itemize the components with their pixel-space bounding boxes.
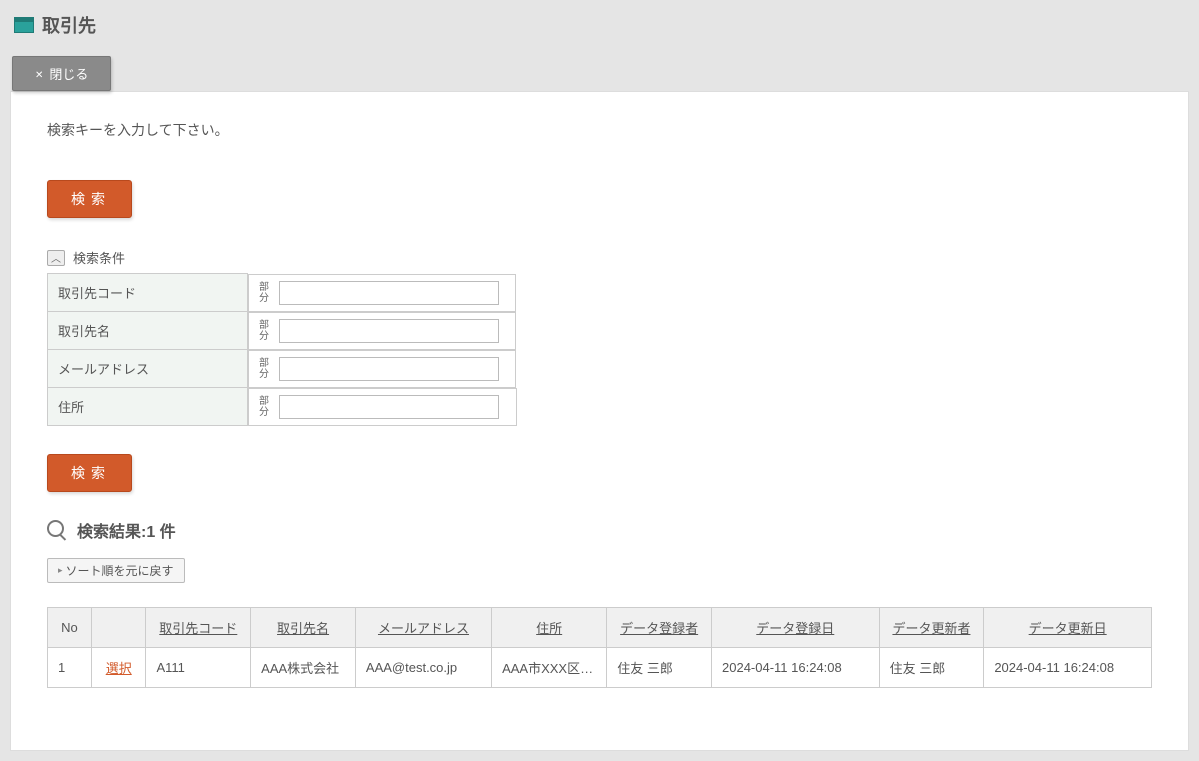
- cell-select: 選択: [91, 648, 145, 688]
- cell-reg-user: 住友 三郎: [607, 648, 712, 688]
- search-field-row: メールアドレス 部分: [48, 350, 517, 388]
- cell-code: A111: [146, 648, 251, 688]
- col-header-upd-user[interactable]: データ更新者: [879, 608, 984, 648]
- col-header-email[interactable]: メールアドレス: [355, 608, 491, 648]
- name-search-input[interactable]: [279, 319, 499, 343]
- cell-no: 1: [48, 648, 92, 688]
- search-field-row: 住所 部分: [48, 388, 517, 426]
- cell-reg-date: 2024-04-11 16:24:08: [712, 648, 880, 688]
- cell-email: AAA@test.co.jp: [355, 648, 491, 688]
- col-header-name[interactable]: 取引先名: [251, 608, 356, 648]
- select-link[interactable]: 選択: [106, 661, 132, 676]
- collapse-toggle-button[interactable]: ︿: [47, 250, 65, 266]
- cell-name: AAA株式会社: [251, 648, 356, 688]
- cell-upd-date: 2024-04-11 16:24:08: [984, 648, 1152, 688]
- search-field-label: 住所: [48, 388, 248, 426]
- match-type-label: 部分: [259, 320, 273, 342]
- reset-sort-label: ソート順を元に戻す: [66, 562, 174, 579]
- code-search-input[interactable]: [279, 281, 499, 305]
- match-type-label: 部分: [259, 396, 273, 418]
- search-button-bottom[interactable]: 検索: [47, 454, 132, 492]
- col-header-reg-user[interactable]: データ登録者: [607, 608, 712, 648]
- search-conditions-table: 取引先コード 部分 取引先名 部分 メールアドレス 部分 住所 部分: [47, 273, 517, 426]
- close-button-label: 閉じる: [49, 64, 88, 83]
- search-field-label: メールアドレス: [48, 350, 248, 388]
- search-field-row: 取引先コード 部分: [48, 274, 517, 312]
- results-table: No 取引先コード 取引先名 メールアドレス 住所 データ登録者 データ登録日 …: [47, 607, 1152, 688]
- search-icon: [47, 520, 67, 540]
- close-icon: [35, 66, 43, 81]
- search-field-row: 取引先名 部分: [48, 312, 517, 350]
- col-header-no: No: [48, 608, 92, 648]
- col-header-address[interactable]: 住所: [492, 608, 607, 648]
- col-header-select: [91, 608, 145, 648]
- col-header-upd-date[interactable]: データ更新日: [984, 608, 1152, 648]
- match-type-label: 部分: [259, 282, 273, 304]
- address-search-input[interactable]: [279, 395, 499, 419]
- page-title: 取引先: [42, 12, 96, 38]
- cell-address: AAA市XXX区…: [492, 648, 607, 688]
- col-header-reg-date[interactable]: データ登録日: [712, 608, 880, 648]
- main-panel: 検索キーを入力して下さい。 検索 ︿ 検索条件 取引先コード 部分 取引先名 部…: [10, 91, 1189, 751]
- results-header: 検索結果:1 件: [47, 518, 1152, 542]
- table-row: 1 選択 A111 AAA株式会社 AAA@test.co.jp AAA市XXX…: [48, 648, 1152, 688]
- search-field-label: 取引先名: [48, 312, 248, 350]
- results-header-row: No 取引先コード 取引先名 メールアドレス 住所 データ登録者 データ登録日 …: [48, 608, 1152, 648]
- close-button[interactable]: 閉じる: [12, 56, 111, 91]
- chevron-up-icon: ︿: [51, 250, 61, 265]
- search-conditions-label: 検索条件: [73, 248, 125, 267]
- search-field-input-cell: 部分: [248, 350, 516, 388]
- results-title: 検索結果:1 件: [77, 518, 176, 542]
- top-bar: 閉じる: [0, 46, 1199, 91]
- search-field-input-cell: 部分: [248, 312, 516, 350]
- col-header-code[interactable]: 取引先コード: [146, 608, 251, 648]
- search-field-input-cell: 部分: [248, 274, 516, 312]
- match-type-label: 部分: [259, 358, 273, 380]
- cell-upd-user: 住友 三郎: [879, 648, 984, 688]
- instruction-text: 検索キーを入力して下さい。: [47, 120, 1152, 140]
- email-search-input[interactable]: [279, 357, 499, 381]
- reset-sort-button[interactable]: ソート順を元に戻す: [47, 558, 185, 583]
- page-header: 取引先: [0, 0, 1199, 46]
- search-conditions-toggle: ︿ 検索条件: [47, 248, 1152, 267]
- search-field-label: 取引先コード: [48, 274, 248, 312]
- window-icon: [14, 17, 34, 33]
- search-button-top[interactable]: 検索: [47, 180, 132, 218]
- search-field-input-cell: 部分: [248, 388, 517, 426]
